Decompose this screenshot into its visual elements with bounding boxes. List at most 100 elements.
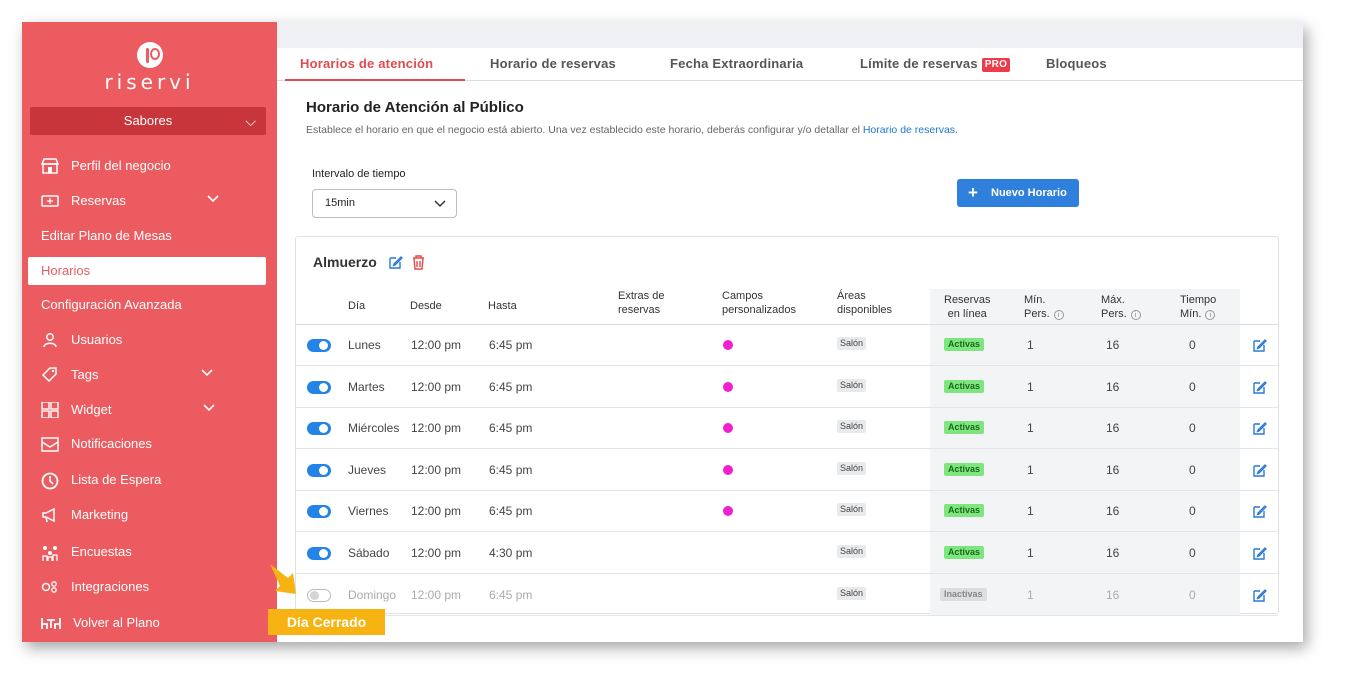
- riservi-logo-icon: [136, 42, 163, 68]
- tab-horario-reservas[interactable]: Horario de reservas: [490, 48, 616, 81]
- sidebar-item-label: Perfil del negocio: [71, 158, 171, 173]
- col-header-line: Tiempo: [1180, 294, 1217, 306]
- col-header-line: en línea: [947, 308, 987, 320]
- max-cell: 16: [1106, 421, 1120, 436]
- tab-fecha-extraordinaria[interactable]: Fecha Extraordinaria: [670, 48, 803, 81]
- brand-logo[interactable]: riservi: [22, 42, 277, 94]
- horario-reservas-link[interactable]: Horario de reservas: [863, 124, 955, 136]
- sidebar-item-encuestas[interactable]: Encuestas: [22, 539, 277, 565]
- sidebar-item-reservas[interactable]: Reservas: [22, 188, 277, 214]
- to-cell: 6:45 pm: [489, 587, 533, 602]
- edit-row-icon[interactable]: [1252, 588, 1267, 603]
- col-header-line: reservas: [618, 304, 661, 316]
- sidebar-item-label: Encuestas: [71, 544, 132, 559]
- online-status-badge: Activas: [944, 504, 985, 518]
- custom-fields-dot: [723, 506, 733, 517]
- main-content: Horarios de atención Horario de reservas…: [277, 22, 1303, 642]
- tab-bloqueos[interactable]: Bloqueos: [1046, 48, 1107, 81]
- sidebar-item-volver-plano[interactable]: Volver al Plano: [22, 610, 277, 636]
- business-select[interactable]: Sabores ⌵: [30, 107, 266, 135]
- edit-row-icon[interactable]: [1252, 338, 1267, 353]
- from-cell: 12:00 pm: [411, 338, 462, 352]
- day-toggle[interactable]: [307, 380, 331, 394]
- edit-row-icon[interactable]: [1252, 546, 1267, 561]
- time-cell: 0: [1189, 421, 1196, 436]
- ticket-icon: [41, 193, 59, 209]
- col-header-min: Mín. Pers. i: [1024, 293, 1064, 321]
- area-badge: Salón: [837, 545, 867, 558]
- interval-select[interactable]: 15min: [312, 189, 457, 218]
- schedule-card: Almuerzo Día Desde Hasta Extras de reser…: [295, 236, 1279, 616]
- col-header-extras: Extras de reservas: [618, 289, 664, 317]
- sidebar-item-label: Lista de Espera: [71, 472, 162, 487]
- app-window: riservi Sabores ⌵ Perfil del negocio Res…: [22, 22, 1303, 642]
- page-description: Establece el horario en que el negocio e…: [306, 124, 958, 136]
- col-header-line: Campos: [722, 290, 763, 302]
- min-cell: 1: [1027, 379, 1034, 394]
- sidebar-item-label: Volver al Plano: [73, 615, 160, 630]
- area-badge: Salón: [837, 586, 867, 600]
- sidebar-item-usuarios[interactable]: Usuarios: [22, 327, 277, 353]
- sidebar-item-marketing[interactable]: Marketing: [22, 502, 277, 528]
- sidebar-item-integraciones[interactable]: Integraciones: [22, 574, 277, 600]
- sidebar-item-widget[interactable]: Widget: [22, 397, 277, 423]
- time-cell: 0: [1189, 462, 1196, 477]
- col-header-line: Reservas: [944, 294, 991, 306]
- min-cell: 1: [1027, 504, 1034, 519]
- day-toggle[interactable]: [307, 505, 331, 519]
- tab-horarios-atencion[interactable]: Horarios de atención: [285, 48, 465, 81]
- info-icon[interactable]: i: [1205, 310, 1216, 320]
- new-schedule-button[interactable]: + Nuevo Horario: [957, 179, 1079, 207]
- sidebar-item-configuracion[interactable]: Configuración Avanzada: [22, 292, 277, 318]
- grid-icon: [41, 401, 59, 419]
- sidebar-item-label: Usuarios: [71, 332, 123, 347]
- to-cell: 6:45 pm: [489, 379, 533, 394]
- col-header-line: Máx.: [1101, 294, 1125, 306]
- info-icon[interactable]: i: [1053, 310, 1064, 320]
- sidebar-item-label: Horarios: [41, 263, 91, 278]
- plus-icon: +: [968, 183, 978, 202]
- edit-row-icon[interactable]: [1252, 463, 1267, 478]
- tab-limite-reservas[interactable]: Límite de reservas PRO: [860, 48, 1011, 81]
- top-bar: [277, 22, 1303, 48]
- day-cell: Miércoles: [348, 421, 400, 436]
- table-row: Sábado 12:00 pm 4:30 pm Salón Activas 1 16 0: [296, 533, 1278, 574]
- min-cell: 1: [1027, 338, 1034, 352]
- sidebar-item-horarios[interactable]: Horarios: [28, 257, 266, 285]
- day-toggle[interactable]: [307, 339, 331, 352]
- sidebar-item-editar-plano[interactable]: Editar Plano de Mesas: [22, 223, 277, 249]
- online-status-badge: Inactivas: [940, 587, 987, 601]
- sidebar-item-notificaciones[interactable]: Notificaciones: [22, 431, 277, 457]
- closed-day-callout: Día Cerrado: [268, 609, 385, 635]
- sidebar-item-lista-espera[interactable]: Lista de Espera: [22, 467, 277, 493]
- day-cell: Viernes: [348, 504, 389, 519]
- max-cell: 16: [1106, 504, 1120, 519]
- day-toggle[interactable]: [307, 463, 331, 477]
- sidebar-item-perfil[interactable]: Perfil del negocio: [22, 153, 277, 179]
- sidebar-item-label: Marketing: [71, 507, 129, 522]
- trash-icon[interactable]: [411, 255, 426, 270]
- sidebar-item-label: Tags: [71, 367, 99, 382]
- day-toggle[interactable]: [307, 422, 331, 436]
- table-row: Jueves 12:00 pm 6:45 pm Salón Activas 1 16 0: [296, 450, 1278, 491]
- info-icon[interactable]: i: [1130, 310, 1141, 320]
- chevron-down-icon: [200, 362, 214, 388]
- edit-icon[interactable]: [388, 255, 403, 270]
- col-header-line: Mín.: [1024, 294, 1046, 306]
- to-cell: 6:45 pm: [489, 462, 533, 477]
- edit-row-icon[interactable]: [1252, 504, 1267, 519]
- day-toggle[interactable]: [307, 547, 331, 560]
- sidebar-item-tags[interactable]: Tags: [22, 362, 277, 388]
- edit-row-icon[interactable]: [1252, 421, 1267, 436]
- col-header-time: Tiempo Mín. i: [1180, 293, 1216, 321]
- day-toggle[interactable]: [307, 588, 331, 602]
- survey-icon: [41, 544, 59, 561]
- to-cell: 6:45 pm: [489, 421, 533, 436]
- col-header-line: personalizados: [722, 304, 796, 316]
- edit-row-icon[interactable]: [1252, 380, 1267, 395]
- from-cell: 12:00 pm: [411, 587, 462, 602]
- description-text: Establece el horario en que el negocio e…: [306, 124, 860, 136]
- from-cell: 12:00 pm: [411, 504, 462, 519]
- tables-icon: [41, 615, 61, 631]
- chevron-down-icon: ⌵: [245, 113, 256, 129]
